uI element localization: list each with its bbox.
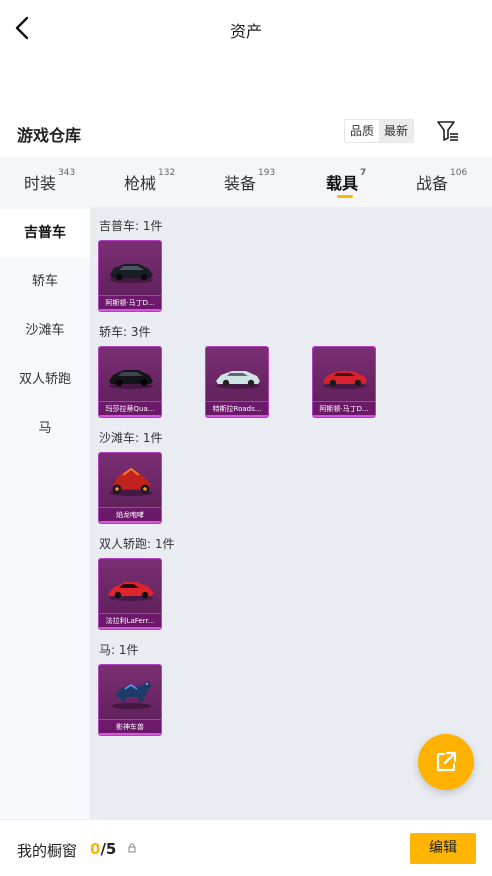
group-label-jeep: 吉普车: 1件	[99, 219, 163, 233]
tab-guns[interactable]: 枪械132	[124, 168, 176, 194]
sort-by-newest-button[interactable]: 最新	[379, 120, 414, 142]
tab-count: 193	[258, 168, 276, 178]
group-label-two-seat-coupe: 双人轿跑: 1件	[99, 537, 175, 551]
vehicle-name: 阿斯顿·马丁D...	[313, 401, 375, 415]
tab-count: 7	[360, 168, 367, 178]
group-label-horse: 马: 1件	[99, 643, 139, 657]
share-float-button[interactable]	[418, 734, 474, 790]
dark-sedan-image	[109, 370, 153, 389]
showcase-total: 5	[105, 840, 117, 858]
tab-fashion[interactable]: 时装343	[24, 168, 76, 194]
category-tabs: 时装343 枪械132 装备193 载具7 战备106	[0, 157, 492, 207]
page-title: 资产	[229, 22, 262, 41]
rarity-stripe	[206, 415, 268, 417]
tab-label: 时装	[24, 174, 57, 193]
rarity-stripe	[99, 733, 161, 735]
tab-label: 战备	[416, 174, 449, 193]
filter-icon[interactable]	[436, 120, 460, 142]
tab-label: 枪械	[124, 174, 157, 193]
showcase-bar: 我的橱窗 0/5 编辑	[0, 819, 492, 876]
sidebar-item-sedan[interactable]: 轿车	[0, 258, 90, 306]
sort-by-quality-button[interactable]: 品质	[345, 120, 379, 142]
lock-icon	[128, 843, 136, 853]
vehicle-name: 影神车兽	[99, 719, 161, 733]
rarity-stripe	[99, 309, 161, 311]
tab-label: 装备	[224, 174, 257, 193]
red-coupe-image	[323, 371, 367, 389]
sidebar-item-two-seat-coupe[interactable]: 双人轿跑	[0, 356, 90, 404]
vehicle-card[interactable]: 焰龙咆哮	[98, 452, 162, 524]
showcase-label: 我的橱窗	[17, 842, 78, 860]
vehicle-name: 阿斯顿·马丁D...	[99, 295, 161, 309]
rarity-stripe	[313, 415, 375, 417]
tab-label: 载具	[326, 174, 359, 193]
white-roadster-image	[216, 371, 260, 389]
vehicle-card[interactable]: 影神车兽	[98, 664, 162, 736]
vehicle-type-sidebar: 吉普车 轿车 沙滩车 双人轿跑 马	[0, 207, 90, 819]
vehicle-list: 吉普车: 1件 阿斯顿·马丁D... 轿车: 3件 玛莎拉蒂Qua... 特斯拉…	[90, 207, 492, 819]
vehicle-name: 特斯拉Roads...	[206, 401, 268, 415]
section-header: 游戏仓库 品质 最新	[0, 118, 492, 148]
red-supercar-image	[108, 582, 154, 601]
top-bar: 资产	[0, 0, 492, 58]
dark-sedan-image	[109, 264, 153, 283]
active-tab-indicator	[337, 195, 353, 198]
rarity-stripe	[99, 521, 161, 523]
edit-button[interactable]: 编辑	[410, 833, 476, 864]
showcase-current: 0	[90, 840, 101, 858]
sidebar-item-jeep[interactable]: 吉普车	[0, 209, 90, 257]
vehicle-card[interactable]: 特斯拉Roads...	[205, 346, 269, 418]
showcase-count: 0/5	[90, 840, 116, 858]
tab-count: 106	[450, 168, 468, 178]
vehicle-card[interactable]: 玛莎拉蒂Qua...	[98, 346, 162, 418]
rarity-stripe	[99, 415, 161, 417]
rarity-stripe	[99, 627, 161, 629]
external-link-icon	[436, 751, 457, 772]
beast-image	[111, 681, 151, 709]
red-buggy-image	[109, 467, 153, 496]
tab-equipment[interactable]: 装备193	[224, 168, 276, 194]
vehicle-name: 焰龙咆哮	[99, 507, 161, 521]
vehicle-card[interactable]: 阿斯顿·马丁D...	[312, 346, 376, 418]
vehicle-card[interactable]: 法拉利LaFerr...	[98, 558, 162, 630]
tab-vehicles[interactable]: 载具7	[326, 168, 367, 194]
vehicle-card[interactable]: 阿斯顿·马丁D...	[98, 240, 162, 312]
vehicle-name: 玛莎拉蒂Qua...	[99, 401, 161, 415]
sidebar-item-beach-buggy[interactable]: 沙滩车	[0, 307, 90, 355]
tab-count: 343	[58, 168, 76, 178]
group-label-sedan: 轿车: 3件	[99, 325, 151, 339]
group-label-beach-buggy: 沙滩车: 1件	[99, 431, 163, 445]
vehicle-name: 法拉利LaFerr...	[99, 613, 161, 627]
tab-supplies[interactable]: 战备106	[416, 168, 468, 194]
tab-count: 132	[158, 168, 176, 178]
section-title: 游戏仓库	[17, 126, 82, 145]
sidebar-item-horse[interactable]: 马	[0, 405, 90, 453]
sort-toggle: 品质 最新	[344, 119, 415, 143]
